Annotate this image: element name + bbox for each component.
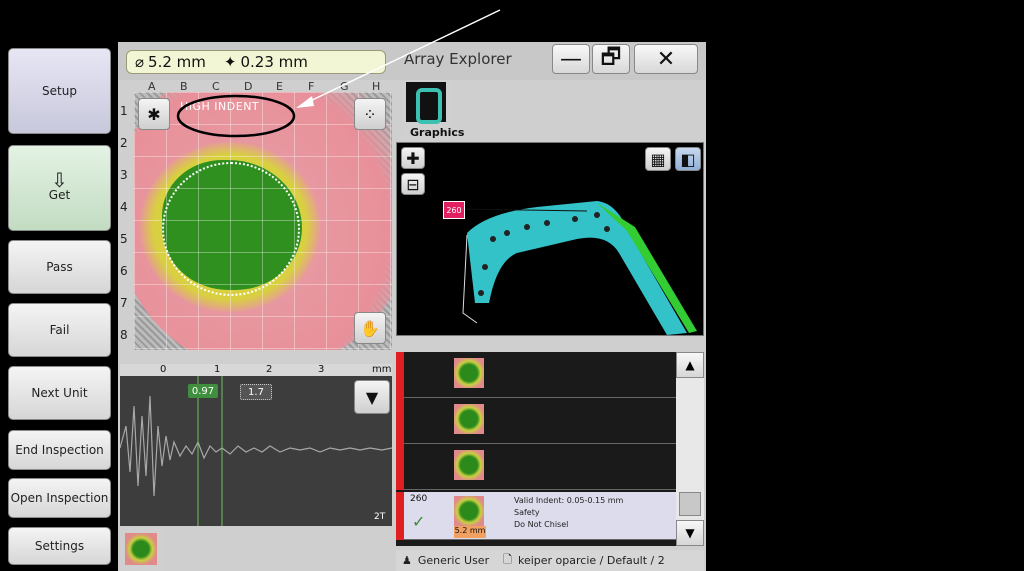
c-scan-heatmap[interactable]: ✱ HIGH INDENT ⁘ ✋ (134, 92, 392, 350)
setup-button[interactable]: Setup (8, 48, 111, 134)
setup-label: Setup (42, 83, 77, 98)
ruler-tick-2: 2 (266, 364, 273, 375)
inspection-path: keiper oparcie / Default / 2 (517, 554, 665, 567)
indent-marker-260[interactable]: 260 (443, 201, 465, 219)
annotation-arrow (296, 9, 501, 108)
diameter-value: 5.2 mm (148, 53, 206, 71)
ruler-unit: mm (372, 364, 392, 375)
row-label-4: 4 (120, 200, 128, 214)
row-label-6: 6 (120, 264, 128, 278)
scroll-down-button[interactable]: ▼ (676, 520, 704, 546)
list-item[interactable] (396, 398, 676, 444)
fail-indicator (396, 444, 404, 490)
part-3d-view[interactable]: ✚ ⊟ ▦ ◧ 260 (396, 142, 704, 336)
document-icon: 🗋 (503, 553, 512, 566)
annotation-ellipse (176, 94, 296, 138)
row-label-5: 5 (120, 232, 128, 246)
fail-indicator (396, 398, 404, 444)
scan-thumbnail (125, 533, 157, 565)
row-label-8: 8 (120, 328, 128, 342)
minimize-button[interactable]: — (552, 44, 590, 74)
row-label-2: 2 (120, 136, 128, 150)
list-scrollbar[interactable]: ▲ ▼ (676, 352, 704, 546)
next-unit-button[interactable]: Next Unit (8, 366, 111, 420)
get-button[interactable]: ⇩ Get (8, 145, 111, 231)
current-user: Generic User (417, 554, 490, 567)
end-inspection-button[interactable]: End Inspection (8, 430, 111, 470)
part-model (456, 201, 697, 335)
restore-button[interactable]: 🗗 (592, 44, 630, 74)
next-unit-label: Next Unit (31, 385, 88, 400)
user-icon: ♟ (402, 554, 412, 567)
check-icon: ✓ (412, 512, 426, 531)
pass-button[interactable]: Pass (8, 240, 111, 294)
chevron-down-icon: ▼ (685, 526, 695, 540)
row-label-7: 7 (120, 296, 128, 310)
pass-label: Pass (46, 259, 73, 274)
chevron-up-icon: ▲ (685, 358, 695, 372)
get-label: Get (48, 188, 71, 202)
open-inspection-label: Open Inspection (10, 490, 109, 505)
close-button[interactable]: ✕ (634, 44, 698, 74)
gate-a-marker[interactable]: 0.97 (188, 384, 218, 398)
list-item[interactable] (396, 352, 676, 398)
indent-tool-icon: ✱ (147, 104, 161, 124)
hand-icon: ✋ (360, 318, 380, 338)
indent-id: 260 (410, 494, 428, 504)
indent-thumb (454, 450, 484, 480)
ruler-tick-1: 1 (214, 364, 221, 375)
indent-chisel-line: Do Not Chisel (514, 520, 569, 529)
indent-safety-line: Safety (514, 508, 540, 517)
graphics-tab-label: Graphics (410, 126, 465, 139)
scroll-thumb[interactable] (679, 492, 701, 516)
indent-result-list[interactable]: 260 ✓ 5.2 mm Valid Indent: 0.05-0.15 mm … (396, 352, 676, 546)
array-explorer-window: ⌀ 5.2 mm ✦ 0.23 mm Array Explorer — 🗗 ✕ … (118, 42, 706, 571)
a-scan-waveform[interactable]: 0 1 2 3 mm 0.97 1.7 ▼ 2T (120, 364, 392, 526)
fail-indicator (396, 492, 404, 540)
fail-indicator (396, 352, 404, 398)
pan-hand-button[interactable]: ✋ (354, 312, 386, 344)
open-inspection-button[interactable]: Open Inspection (8, 478, 111, 518)
indent-thumb (454, 404, 484, 434)
indent-tool-button[interactable]: ✱ (138, 98, 170, 130)
row-label-3: 3 (120, 168, 128, 182)
gate-b-marker[interactable]: 1.7 (240, 384, 272, 400)
chevron-down-icon: ▼ (365, 387, 379, 407)
fail-button[interactable]: Fail (8, 303, 111, 357)
fail-label: Fail (49, 322, 70, 337)
scroll-up-button[interactable]: ▲ (676, 352, 704, 378)
depth-ruler: 0 1 2 3 mm (120, 364, 392, 376)
download-icon: ⇩ (51, 168, 68, 192)
depth-icon: ✦ (223, 53, 237, 71)
indent-thumb (454, 496, 484, 526)
ruler-tick-3: 3 (318, 364, 325, 375)
list-item[interactable] (396, 444, 676, 490)
ruler-tick-0: 0 (160, 364, 167, 375)
indent-thumb (454, 358, 484, 388)
waveform-dropdown-button[interactable]: ▼ (354, 380, 390, 414)
indent-spec-line: Valid Indent: 0.05-0.15 mm (514, 496, 624, 505)
scan-thumbnail-tab[interactable] (120, 528, 162, 571)
thumb-caption: 5.2 mm (454, 526, 486, 538)
status-bar: ♟ Generic User 🗋 keiper oparcie / Defaul… (396, 550, 704, 571)
list-item-selected[interactable]: 260 ✓ 5.2 mm Valid Indent: 0.05-0.15 mm … (396, 492, 676, 540)
end-inspection-label: End Inspection (15, 442, 104, 457)
diameter-icon: ⌀ (135, 53, 145, 71)
settings-label: Settings (34, 538, 85, 553)
settings-button[interactable]: Settings (8, 527, 111, 565)
row-label-1: 1 (120, 104, 128, 118)
gain-scale-label: 2T (374, 512, 386, 522)
